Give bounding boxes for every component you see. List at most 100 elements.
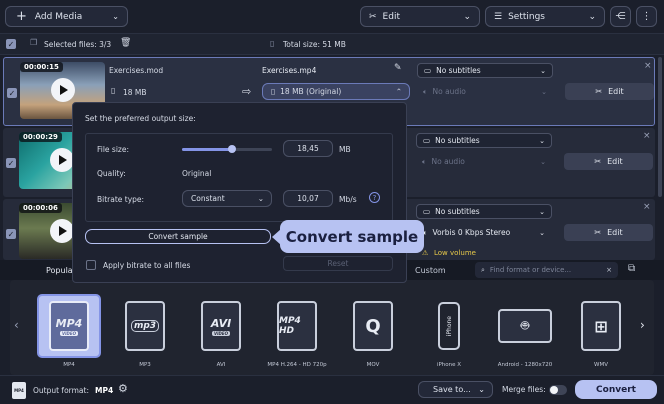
format-label: Android - 1280x720 [497,362,553,368]
bitrate-type-dropdown[interactable]: Constant ⌄ [182,190,272,207]
clear-icon[interactable]: × [606,266,612,274]
play-icon[interactable] [50,219,74,243]
help-icon[interactable]: ? [369,192,380,203]
chevron-down-icon: ⌄ [541,87,547,96]
settings-icon: ☰ [494,11,503,22]
avi-icon: AVI VIDEO [201,301,241,351]
apply-bitrate-checkbox[interactable] [86,260,96,270]
edit-button[interactable]: ✂ Edit [565,83,654,100]
bottom-bar: MP4 Output format: MP4 ⚙ Save to... ⌄ Me… [0,375,664,404]
document-icon: ▯ [270,39,275,48]
format-mp4-hd[interactable]: MP4 HD [265,294,329,358]
file-size-slider[interactable] [182,145,272,153]
iphone-icon: iPhone [438,302,460,350]
trash-icon[interactable]: 🗑 [120,38,131,48]
share-icon: ⋲ [615,11,626,22]
windows-icon: ⊞ [581,301,621,351]
audio-dropdown[interactable]: 🔈︎ No audio ⌄ [417,84,553,99]
file-size-label: File size: [97,145,130,154]
mp4-icon: MP4 VIDEO [49,301,89,351]
chevron-down-icon: ⌄ [540,66,546,75]
selected-files-label: Selected files: 3/3 [44,40,112,49]
convert-sample-tooltip: Convert sample [272,220,424,253]
warning-icon: ⚠ [422,249,429,257]
output-size-dropdown[interactable]: ▯ 18 MB (Original) ⌃ [262,83,410,100]
tab-custom[interactable]: Custom [415,266,446,275]
file-size-input[interactable]: 18,45 [283,140,333,157]
chevron-left-icon[interactable]: ‹ [14,318,19,332]
subtitles-dropdown[interactable]: ▭ No subtitles ⌄ [417,63,553,78]
chevron-down-icon: ⌄ [540,157,546,166]
chevron-down-icon: ⌄ [112,12,119,21]
mp4-hd-icon: MP4 HD [277,301,317,351]
close-icon[interactable]: × [644,61,652,71]
tools-icon: ✂ [595,87,603,96]
output-size-popup: Set the preferred output size: File size… [72,102,407,283]
close-icon[interactable]: × [643,131,651,141]
selection-bar: ✓ ❐ Selected files: 3/3 🗑 ▯ Total size: … [0,33,664,55]
scrollbar[interactable] [658,57,662,197]
row-checkbox[interactable]: ✓ [6,158,16,168]
convert-arrow-icon: ⇨ [242,85,252,98]
edit-menu-button[interactable]: ✂ Edit ⌄ [360,6,480,27]
audio-dropdown[interactable]: 🔈︎ Vorbis 0 Kbps Stereo ⌄ [416,225,552,240]
low-volume-warning: Low volume [434,249,476,257]
row-checkbox[interactable]: ✓ [7,88,17,98]
format-settings-icon[interactable]: ⧉ [628,263,635,274]
output-format-label: Output format: [33,386,89,395]
duration-badge: 00:00:29 [19,132,62,142]
bitrate-unit: Mb/s [339,195,357,204]
chevron-right-icon[interactable]: › [640,318,645,332]
reset-button[interactable]: Reset [283,256,393,271]
format-label: AVI [216,362,226,368]
edit-button[interactable]: ✂ Edit [564,224,653,241]
tools-icon: ✂ [594,228,602,237]
more-icon: ⋮ [641,11,652,22]
select-all-checkbox[interactable]: ✓ [6,39,16,49]
play-icon[interactable] [51,78,75,102]
more-button[interactable]: ⋮ [636,6,657,27]
format-mov[interactable]: Q [341,294,405,358]
share-button[interactable]: ⋲ [610,6,631,27]
plus-icon: + [16,9,27,24]
format-avi[interactable]: AVI VIDEO [189,294,253,358]
chevron-down-icon: ⌄ [539,207,545,216]
save-to-button[interactable]: Save to... ⌄ [418,381,493,398]
merge-files-toggle[interactable] [549,385,567,395]
audio-dropdown[interactable]: 🔈︎ No audio ⌄ [416,154,552,169]
format-android[interactable]: 🤖︎ [493,294,557,358]
format-mp3[interactable]: mp3 [113,294,177,358]
convert-sample-button[interactable]: Convert sample [85,229,271,244]
search-icon: ⌕ [481,265,485,274]
subtitles-icon: ▭ [423,207,431,216]
settings-menu-button[interactable]: ☰ Settings ⌄ [485,6,605,27]
tools-icon: ✂ [369,11,377,22]
bitrate-input[interactable]: 10,07 [283,190,333,207]
chevron-down-icon: ⌄ [588,11,596,22]
format-mp4[interactable]: MP4 VIDEO [37,294,101,358]
play-icon[interactable] [50,148,74,172]
subtitles-dropdown[interactable]: ▭ No subtitles ⌄ [416,133,552,148]
row-checkbox[interactable]: ✓ [6,229,16,239]
slider-handle[interactable] [227,145,236,153]
apply-bitrate-label: Apply bitrate to all files [103,261,191,270]
file-icon: ▯ [111,86,116,95]
chevron-down-icon: ⌄ [257,194,264,203]
total-size-label: Total size: 51 MB [283,40,346,49]
close-icon[interactable]: × [643,202,651,212]
format-label: MP4 H.264 - HD 720p [267,362,327,368]
subtitles-dropdown[interactable]: ▭ No subtitles ⌄ [416,204,552,219]
convert-button[interactable]: Convert [575,380,657,399]
format-search-input[interactable]: ⌕ Find format or device... × [475,262,618,278]
file-size-unit: MB [339,145,351,154]
speaker-icon: 🔈︎ [422,156,427,166]
file-icon: ▯ [271,87,276,96]
format-label: iPhone X [436,362,462,368]
rename-icon[interactable]: ✎ [394,63,402,73]
format-iphone[interactable]: iPhone [417,294,481,358]
format-wmv[interactable]: ⊞ [569,294,633,358]
add-media-button[interactable]: + Add Media ⌄ [5,6,128,27]
format-label: MP4 [63,362,75,368]
edit-button[interactable]: ✂ Edit [564,153,653,170]
gear-icon[interactable]: ⚙ [118,382,128,395]
